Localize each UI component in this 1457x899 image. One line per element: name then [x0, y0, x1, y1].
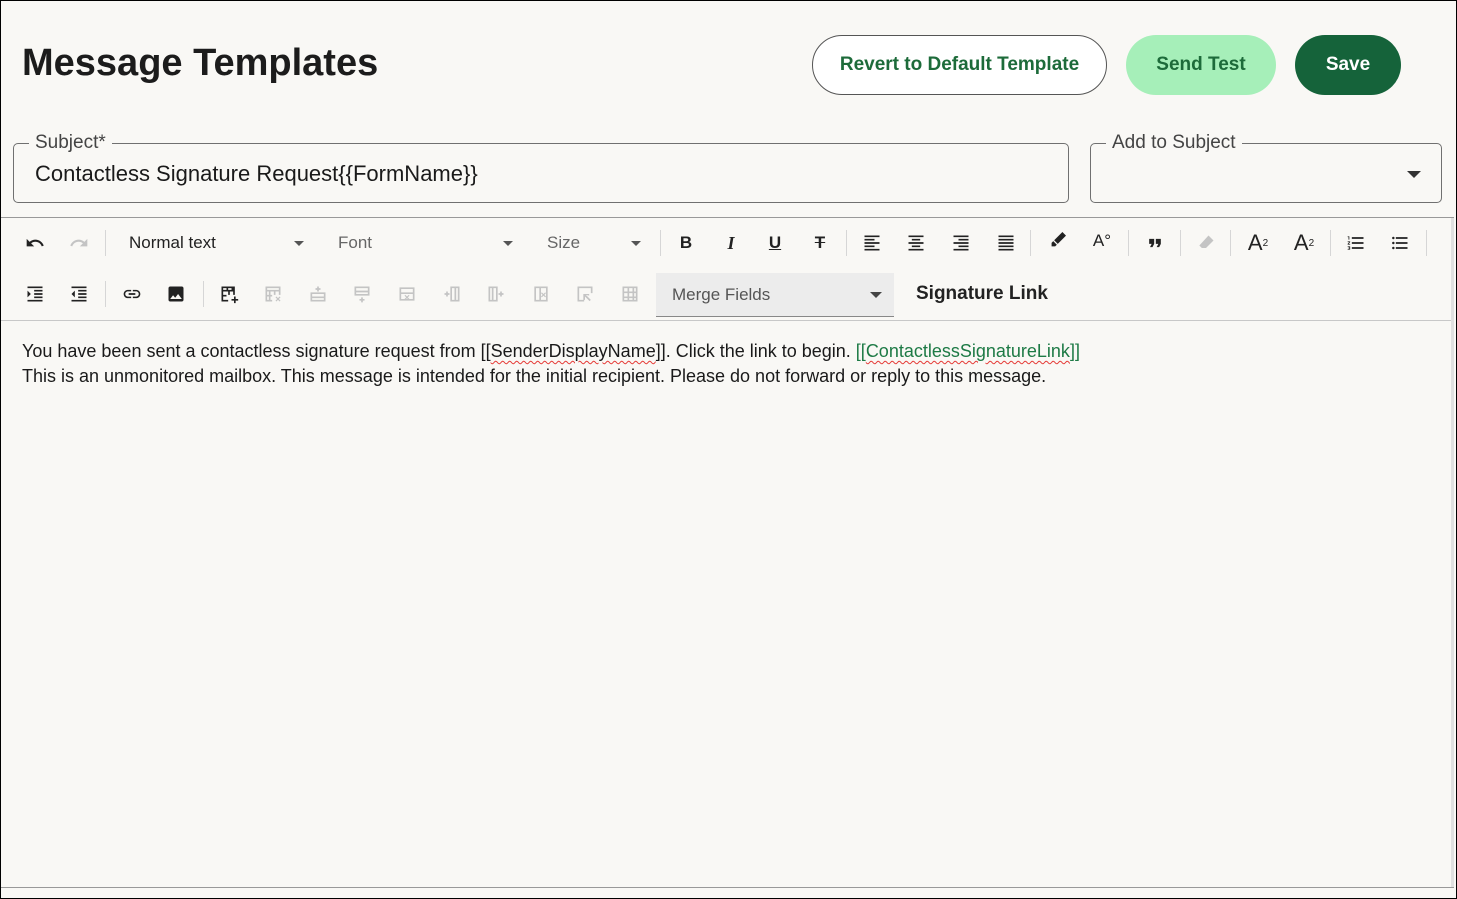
underline-icon[interactable]: U: [760, 228, 790, 258]
italic-icon[interactable]: I: [716, 228, 746, 258]
bullet-list-icon[interactable]: [1385, 228, 1415, 258]
block-format-dropdown[interactable]: Normal text: [129, 228, 304, 258]
size-dropdown[interactable]: Size: [547, 228, 641, 258]
subject-label: Subject*: [29, 132, 112, 154]
superscript-icon[interactable]: A2: [1243, 228, 1273, 258]
merge-field-sender-display-name: SenderDisplayName: [490, 341, 656, 361]
align-justify-icon[interactable]: [991, 228, 1021, 258]
revert-to-default-button[interactable]: Revert to Default Template: [812, 35, 1107, 95]
add-to-subject-select[interactable]: Add to Subject: [1090, 132, 1442, 203]
insert-column-right-icon[interactable]: [481, 279, 511, 309]
editor-text: ]]. Click the link to begin.: [655, 341, 856, 361]
subject-field[interactable]: Subject* Contactless Signature Request{{…: [13, 132, 1069, 203]
merge-cells-icon[interactable]: [570, 279, 600, 309]
align-left-icon[interactable]: [857, 228, 887, 258]
toolbar-divider: [203, 281, 204, 307]
toolbar-divider: [105, 281, 106, 307]
merge-field-contactless-signature-link: ContactlessSignatureLink: [865, 341, 1070, 361]
size-value: Size: [547, 233, 581, 252]
toolbar-divider: [105, 230, 106, 256]
image-icon[interactable]: [161, 279, 191, 309]
align-center-icon[interactable]: [901, 228, 931, 258]
editor-line-1: You have been sent a contactless signatu…: [22, 339, 1080, 364]
editor-scrollbar[interactable]: [1451, 218, 1454, 887]
outdent-icon[interactable]: [64, 279, 94, 309]
toolbar-divider: [660, 230, 661, 256]
subscript-icon[interactable]: A2: [1289, 228, 1319, 258]
insert-row-above-icon[interactable]: [303, 279, 333, 309]
save-button[interactable]: Save: [1295, 35, 1401, 95]
chevron-down-icon[interactable]: [1407, 171, 1421, 178]
delete-row-icon[interactable]: [392, 279, 422, 309]
signature-link-token[interactable]: [[ContactlessSignatureLink]]: [856, 341, 1080, 361]
undo-icon[interactable]: [20, 228, 50, 258]
font-value: Font: [338, 233, 373, 252]
link-close-bracket: ]]: [1069, 341, 1080, 361]
chevron-down-icon: [503, 241, 513, 246]
toolbar-divider-line: [1, 320, 1454, 321]
editor-line-2: This is an unmonitored mailbox. This mes…: [22, 366, 1047, 386]
toolbar-divider: [1180, 230, 1181, 256]
redo-icon[interactable]: [64, 228, 94, 258]
merge-fields-label: Merge Fields: [672, 285, 771, 304]
delete-column-icon[interactable]: [526, 279, 556, 309]
signature-link-button[interactable]: Signature Link: [916, 283, 1048, 305]
block-format-value: Normal text: [129, 233, 216, 252]
insert-table-icon[interactable]: [214, 279, 244, 309]
link-icon[interactable]: [117, 279, 147, 309]
delete-table-icon[interactable]: [258, 279, 288, 309]
bold-icon[interactable]: B: [671, 228, 701, 258]
toolbar-divider: [1426, 230, 1427, 256]
clear-format-icon[interactable]: [1191, 228, 1221, 258]
editor-text: You have been sent a contactless signatu…: [22, 341, 491, 361]
text-color-icon[interactable]: A°: [1087, 226, 1117, 256]
subject-input[interactable]: Contactless Signature Request{{FormName}…: [35, 161, 478, 187]
chevron-down-icon: [631, 241, 641, 246]
page-title: Message Templates: [22, 42, 379, 84]
ordered-list-icon[interactable]: [1341, 228, 1371, 258]
toolbar-divider: [846, 230, 847, 256]
chevron-down-icon: [294, 241, 304, 246]
strikethrough-icon[interactable]: T: [805, 228, 835, 258]
indent-icon[interactable]: [20, 279, 50, 309]
toolbar-divider: [1128, 230, 1129, 256]
chevron-down-icon: [870, 292, 882, 298]
align-right-icon[interactable]: [946, 228, 976, 258]
send-test-button[interactable]: Send Test: [1126, 35, 1276, 95]
editor-content[interactable]: You have been sent a contactless signatu…: [22, 339, 1080, 389]
highlight-icon[interactable]: [1042, 226, 1072, 256]
font-dropdown[interactable]: Font: [338, 228, 513, 258]
toolbar-divider: [1230, 230, 1231, 256]
add-to-subject-label: Add to Subject: [1106, 132, 1242, 154]
merge-fields-dropdown[interactable]: Merge Fields: [656, 273, 894, 317]
insert-row-below-icon[interactable]: [347, 279, 377, 309]
toolbar-divider: [1030, 230, 1031, 256]
insert-column-left-icon[interactable]: [437, 279, 467, 309]
rich-text-editor[interactable]: Normal text Font Size B I U T A° A2 A2 M…: [1, 217, 1454, 888]
toolbar-divider: [1330, 230, 1331, 256]
link-open-bracket: [[: [855, 341, 866, 361]
table-properties-icon[interactable]: [615, 279, 645, 309]
blockquote-icon[interactable]: [1140, 228, 1170, 258]
